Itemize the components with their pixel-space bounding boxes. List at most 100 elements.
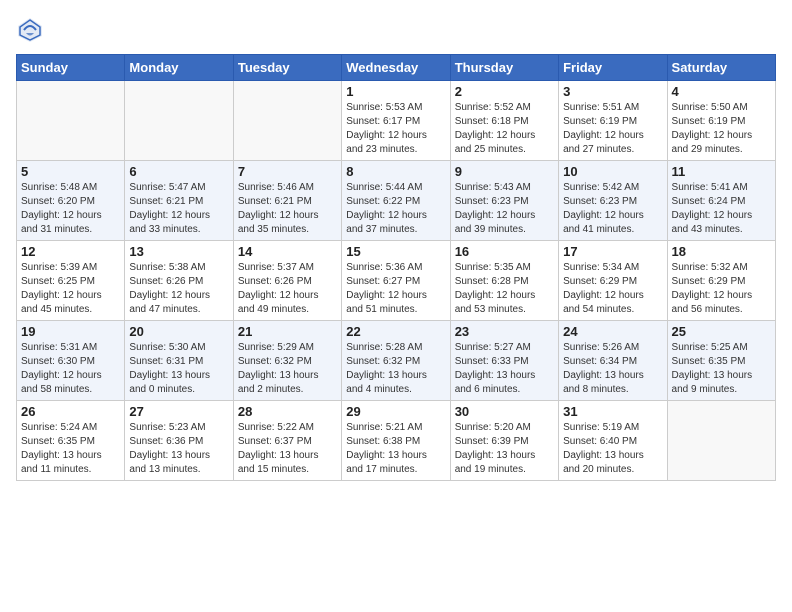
day-number: 1 bbox=[346, 84, 445, 99]
day-info: Sunrise: 5:46 AM Sunset: 6:21 PM Dayligh… bbox=[238, 181, 337, 237]
weekday-header-monday: Monday bbox=[125, 55, 233, 81]
calendar-cell: 4 Sunrise: 5:50 AM Sunset: 6:19 PM Daylig… bbox=[667, 81, 775, 161]
day-number: 25 bbox=[672, 324, 771, 339]
day-number: 28 bbox=[238, 404, 337, 419]
day-number: 30 bbox=[455, 404, 554, 419]
calendar-cell: 14Sunrise: 5:37 AM Sunset: 6:26 PM Dayli… bbox=[233, 241, 341, 321]
calendar-cell: 29 Sunrise: 5:21 AM Sunset: 6:38 PM Dayli… bbox=[342, 401, 450, 481]
weekday-header-sunday: Sunday bbox=[17, 55, 125, 81]
day-number: 27 bbox=[129, 404, 228, 419]
day-info: Sunrise: 5:27 AM Sunset: 6:33 PM Dayligh… bbox=[455, 341, 554, 397]
day-number: 20 bbox=[129, 324, 228, 339]
day-number: 29 bbox=[346, 404, 445, 419]
calendar-cell: 6 Sunrise: 5:47 AM Sunset: 6:21 PM Daylig… bbox=[125, 161, 233, 241]
day-number: 5 bbox=[21, 164, 120, 179]
week-row-4: 19 Sunrise: 5:31 AM Sunset: 6:30 PM Dayli… bbox=[17, 321, 776, 401]
day-number: 31 bbox=[563, 404, 662, 419]
calendar-cell: 11 Sunrise: 5:41 AM Sunset: 6:24 PM Dayli… bbox=[667, 161, 775, 241]
day-info: Sunrise: 5:25 AM Sunset: 6:35 PM Dayligh… bbox=[672, 341, 771, 397]
weekday-header-saturday: Saturday bbox=[667, 55, 775, 81]
day-info: Sunrise: 5:31 AM Sunset: 6:30 PM Dayligh… bbox=[21, 341, 120, 397]
week-row-5: 26 Sunrise: 5:24 AM Sunset: 6:35 PM Dayli… bbox=[17, 401, 776, 481]
calendar-cell: 24 Sunrise: 5:26 AM Sunset: 6:34 PM Dayli… bbox=[559, 321, 667, 401]
calendar-cell: 18 Sunrise: 5:32 AM Sunset: 6:29 PM Dayli… bbox=[667, 241, 775, 321]
day-info: Sunrise: 5:42 AM Sunset: 6:23 PM Dayligh… bbox=[563, 181, 662, 237]
logo-icon bbox=[16, 16, 44, 44]
day-info: Sunrise: 5:32 AM Sunset: 6:29 PM Dayligh… bbox=[672, 261, 771, 317]
day-info: Sunrise: 5:29 AM Sunset: 6:32 PM Dayligh… bbox=[238, 341, 337, 397]
calendar-cell bbox=[667, 401, 775, 481]
day-number: 6 bbox=[129, 164, 228, 179]
day-number: 12 bbox=[21, 244, 120, 259]
day-info: Sunrise: 5:43 AM Sunset: 6:23 PM Dayligh… bbox=[455, 181, 554, 237]
week-row-1: 1 Sunrise: 5:53 AM Sunset: 6:17 PM Daylig… bbox=[17, 81, 776, 161]
day-number: 2 bbox=[455, 84, 554, 99]
day-number: 21 bbox=[238, 324, 337, 339]
day-info: Sunrise: 5:41 AM Sunset: 6:24 PM Dayligh… bbox=[672, 181, 771, 237]
calendar-cell: 25 Sunrise: 5:25 AM Sunset: 6:35 PM Dayli… bbox=[667, 321, 775, 401]
calendar-cell: 31 Sunrise: 5:19 AM Sunset: 6:40 PM Dayli… bbox=[559, 401, 667, 481]
day-info: Sunrise: 5:47 AM Sunset: 6:21 PM Dayligh… bbox=[129, 181, 228, 237]
week-row-3: 12Sunrise: 5:39 AM Sunset: 6:25 PM Dayli… bbox=[17, 241, 776, 321]
calendar-cell: 7 Sunrise: 5:46 AM Sunset: 6:21 PM Daylig… bbox=[233, 161, 341, 241]
day-info: Sunrise: 5:19 AM Sunset: 6:40 PM Dayligh… bbox=[563, 421, 662, 477]
day-info: Sunrise: 5:51 AM Sunset: 6:19 PM Dayligh… bbox=[563, 101, 662, 157]
day-info: Sunrise: 5:50 AM Sunset: 6:19 PM Dayligh… bbox=[672, 101, 771, 157]
day-info: Sunrise: 5:52 AM Sunset: 6:18 PM Dayligh… bbox=[455, 101, 554, 157]
day-info: Sunrise: 5:38 AM Sunset: 6:26 PM Dayligh… bbox=[129, 261, 228, 317]
calendar-table: SundayMondayTuesdayWednesdayThursdayFrid… bbox=[16, 54, 776, 481]
day-number: 18 bbox=[672, 244, 771, 259]
calendar-cell: 8Sunrise: 5:44 AM Sunset: 6:22 PM Daylig… bbox=[342, 161, 450, 241]
calendar-cell: 20 Sunrise: 5:30 AM Sunset: 6:31 PM Dayli… bbox=[125, 321, 233, 401]
day-info: Sunrise: 5:30 AM Sunset: 6:31 PM Dayligh… bbox=[129, 341, 228, 397]
calendar-cell: 22 Sunrise: 5:28 AM Sunset: 6:32 PM Dayli… bbox=[342, 321, 450, 401]
day-number: 9 bbox=[455, 164, 554, 179]
day-info: Sunrise: 5:53 AM Sunset: 6:17 PM Dayligh… bbox=[346, 101, 445, 157]
calendar-cell: 27 Sunrise: 5:23 AM Sunset: 6:36 PM Dayli… bbox=[125, 401, 233, 481]
day-info: Sunrise: 5:28 AM Sunset: 6:32 PM Dayligh… bbox=[346, 341, 445, 397]
day-number: 11 bbox=[672, 164, 771, 179]
day-number: 14 bbox=[238, 244, 337, 259]
weekday-header-row: SundayMondayTuesdayWednesdayThursdayFrid… bbox=[17, 55, 776, 81]
weekday-header-friday: Friday bbox=[559, 55, 667, 81]
day-info: Sunrise: 5:26 AM Sunset: 6:34 PM Dayligh… bbox=[563, 341, 662, 397]
day-number: 3 bbox=[563, 84, 662, 99]
day-number: 26 bbox=[21, 404, 120, 419]
day-number: 10 bbox=[563, 164, 662, 179]
calendar-cell: 30 Sunrise: 5:20 AM Sunset: 6:39 PM Dayli… bbox=[450, 401, 558, 481]
day-number: 23 bbox=[455, 324, 554, 339]
day-number: 19 bbox=[21, 324, 120, 339]
day-info: Sunrise: 5:48 AM Sunset: 6:20 PM Dayligh… bbox=[21, 181, 120, 237]
day-info: Sunrise: 5:21 AM Sunset: 6:38 PM Dayligh… bbox=[346, 421, 445, 477]
day-info: Sunrise: 5:22 AM Sunset: 6:37 PM Dayligh… bbox=[238, 421, 337, 477]
day-number: 13 bbox=[129, 244, 228, 259]
calendar-cell: 19 Sunrise: 5:31 AM Sunset: 6:30 PM Dayli… bbox=[17, 321, 125, 401]
page-header bbox=[16, 16, 776, 44]
day-info: Sunrise: 5:35 AM Sunset: 6:28 PM Dayligh… bbox=[455, 261, 554, 317]
calendar-cell: 2 Sunrise: 5:52 AM Sunset: 6:18 PM Daylig… bbox=[450, 81, 558, 161]
calendar-cell bbox=[233, 81, 341, 161]
day-number: 24 bbox=[563, 324, 662, 339]
calendar-cell bbox=[17, 81, 125, 161]
calendar-cell: 26 Sunrise: 5:24 AM Sunset: 6:35 PM Dayli… bbox=[17, 401, 125, 481]
calendar-cell: 1 Sunrise: 5:53 AM Sunset: 6:17 PM Daylig… bbox=[342, 81, 450, 161]
day-info: Sunrise: 5:36 AM Sunset: 6:27 PM Dayligh… bbox=[346, 261, 445, 317]
calendar-cell: 21 Sunrise: 5:29 AM Sunset: 6:32 PM Dayli… bbox=[233, 321, 341, 401]
day-number: 17 bbox=[563, 244, 662, 259]
calendar-cell: 10 Sunrise: 5:42 AM Sunset: 6:23 PM Dayli… bbox=[559, 161, 667, 241]
day-info: Sunrise: 5:20 AM Sunset: 6:39 PM Dayligh… bbox=[455, 421, 554, 477]
calendar-cell: 9 Sunrise: 5:43 AM Sunset: 6:23 PM Daylig… bbox=[450, 161, 558, 241]
calendar-cell: 5 Sunrise: 5:48 AM Sunset: 6:20 PM Daylig… bbox=[17, 161, 125, 241]
logo bbox=[16, 16, 48, 44]
day-number: 8 bbox=[346, 164, 445, 179]
day-number: 22 bbox=[346, 324, 445, 339]
calendar-cell: 3 Sunrise: 5:51 AM Sunset: 6:19 PM Daylig… bbox=[559, 81, 667, 161]
day-info: Sunrise: 5:24 AM Sunset: 6:35 PM Dayligh… bbox=[21, 421, 120, 477]
calendar-cell: 13 Sunrise: 5:38 AM Sunset: 6:26 PM Dayli… bbox=[125, 241, 233, 321]
day-info: Sunrise: 5:23 AM Sunset: 6:36 PM Dayligh… bbox=[129, 421, 228, 477]
day-number: 4 bbox=[672, 84, 771, 99]
day-number: 15 bbox=[346, 244, 445, 259]
day-number: 7 bbox=[238, 164, 337, 179]
calendar-cell: 28 Sunrise: 5:22 AM Sunset: 6:37 PM Dayli… bbox=[233, 401, 341, 481]
calendar-cell: 15 Sunrise: 5:36 AM Sunset: 6:27 PM Dayli… bbox=[342, 241, 450, 321]
